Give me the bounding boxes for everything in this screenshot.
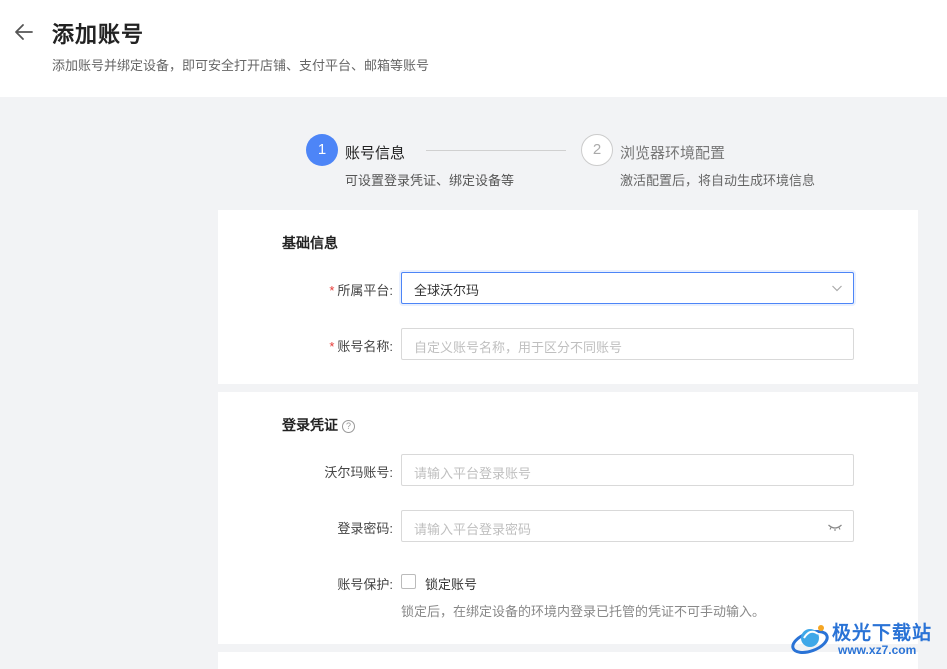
credentials-title: 登录凭证? — [282, 415, 355, 435]
watermark-logo-icon — [791, 625, 829, 654]
account-name-label: * 账号名称: — [329, 339, 393, 354]
chevron-down-icon — [832, 285, 842, 292]
lock-account-label[interactable]: 锁定账号 — [425, 574, 477, 593]
basic-info-title: 基础信息 — [282, 235, 338, 251]
protect-label: 账号保护: — [337, 577, 393, 592]
lock-account-checkbox[interactable] — [401, 574, 416, 589]
account-name-input[interactable]: 自定义账号名称，用于区分不同账号 — [401, 328, 854, 360]
page-header: 添加账号 添加账号并绑定设备，即可安全打开店铺、支付平台、邮箱等账号 — [0, 0, 947, 97]
watermark-title: 极光下载站 — [832, 623, 933, 644]
password-placeholder: 请输入平台登录密码 — [414, 522, 532, 537]
platform-account-label: 沃尔玛账号: — [324, 465, 393, 480]
step-2-title: 浏览器环境配置 — [620, 145, 726, 162]
required-mark: * — [329, 339, 335, 354]
help-icon[interactable]: ? — [342, 420, 355, 433]
password-label: 登录密码: — [337, 521, 393, 536]
step-2-number: 2 — [581, 134, 613, 166]
account-name-placeholder: 自定义账号名称，用于区分不同账号 — [414, 340, 623, 355]
eye-closed-icon[interactable] — [827, 520, 843, 534]
page-title: 添加账号 — [52, 22, 145, 47]
page-subtitle: 添加账号并绑定设备，即可安全打开店铺、支付平台、邮箱等账号 — [52, 58, 430, 73]
password-input[interactable]: 请输入平台登录密码 — [401, 510, 854, 542]
platform-select[interactable]: 全球沃尔玛 — [401, 272, 854, 304]
platform-account-input[interactable]: 请输入平台登录账号 — [401, 454, 854, 486]
step-1-title: 账号信息 — [345, 145, 406, 162]
step-2-desc: 激活配置后，将自动生成环境信息 — [620, 173, 816, 188]
platform-account-placeholder: 请输入平台登录账号 — [414, 466, 532, 481]
step-1-desc: 可设置登录凭证、绑定设备等 — [345, 173, 515, 188]
platform-label: * 所属平台: — [329, 283, 393, 298]
basic-info-card: 基础信息 * 所属平台: 全球沃尔玛 * 账号名称: 自定义账号名称，用于区分不同账… — [218, 210, 918, 384]
platform-value: 全球沃尔玛 — [414, 283, 480, 298]
watermark: 极光下载站 www.xz7.com — [788, 614, 943, 666]
required-mark: * — [329, 283, 335, 298]
watermark-url: www.xz7.com — [838, 643, 917, 657]
step-1-number: 1 — [306, 134, 338, 166]
credentials-card: 登录凭证? 沃尔玛账号: 请输入平台登录账号 登录密码: 请输入平台登录密码 账… — [218, 392, 918, 644]
back-arrow-icon[interactable] — [12, 20, 36, 44]
stepper: 1 账号信息 可设置登录凭证、绑定设备等 2 浏览器环境配置 激活配置后，将自动… — [300, 133, 860, 193]
lock-hint: 锁定后，在绑定设备的环境内登录已托管的凭证不可手动输入。 — [401, 604, 766, 619]
step-connector — [426, 150, 566, 151]
